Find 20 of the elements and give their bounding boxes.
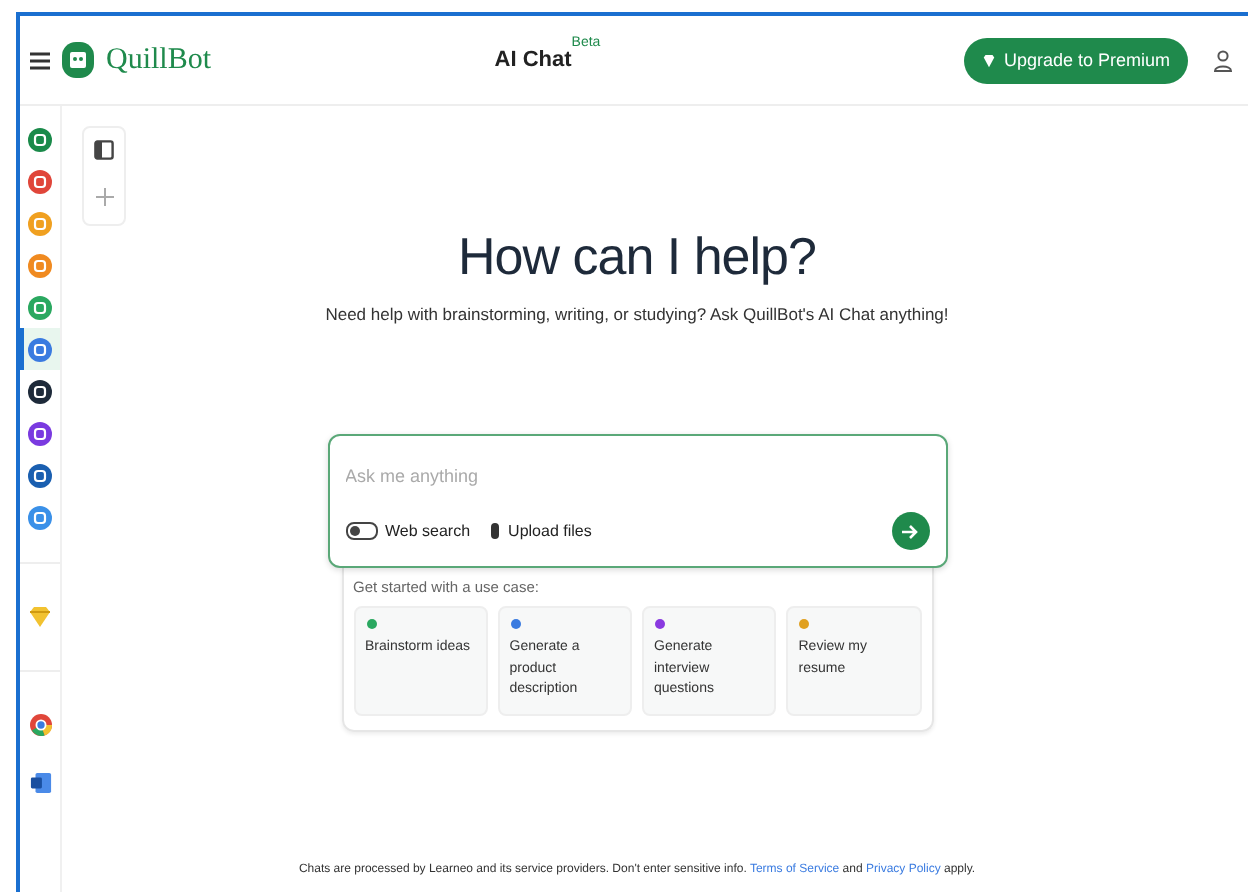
- plus-icon[interactable]: [95, 188, 113, 206]
- upload-files-button[interactable]: Upload files: [490, 522, 592, 540]
- menu-icon[interactable]: [30, 51, 50, 69]
- send-button[interactable]: [891, 512, 929, 550]
- diamond-icon[interactable]: [28, 606, 52, 628]
- heading: How can I help?: [458, 226, 816, 288]
- page-title: AI Chat: [494, 48, 572, 72]
- subheading: Need help with brainstorming, writing, or studying? Ask QuillBot's AI Chat anything!: [325, 304, 949, 324]
- diamond-icon: [981, 53, 996, 67]
- user-icon[interactable]: [1214, 49, 1232, 71]
- message-input-field[interactable]: Ask me anything Web search Upload files: [327, 434, 947, 568]
- brand-name[interactable]: QuillBot: [106, 43, 212, 77]
- sidebar-toggle-icon[interactable]: [94, 140, 114, 160]
- chrome-icon[interactable]: [29, 714, 51, 736]
- paperclip-icon: [490, 522, 501, 540]
- word-icon[interactable]: [29, 772, 51, 794]
- robot-logo-icon: [60, 40, 96, 80]
- upgrade-button[interactable]: Upgrade to Premium: [963, 37, 1188, 83]
- arrow-icon: [900, 521, 920, 541]
- web-search-toggle[interactable]: Web search: [345, 522, 471, 540]
